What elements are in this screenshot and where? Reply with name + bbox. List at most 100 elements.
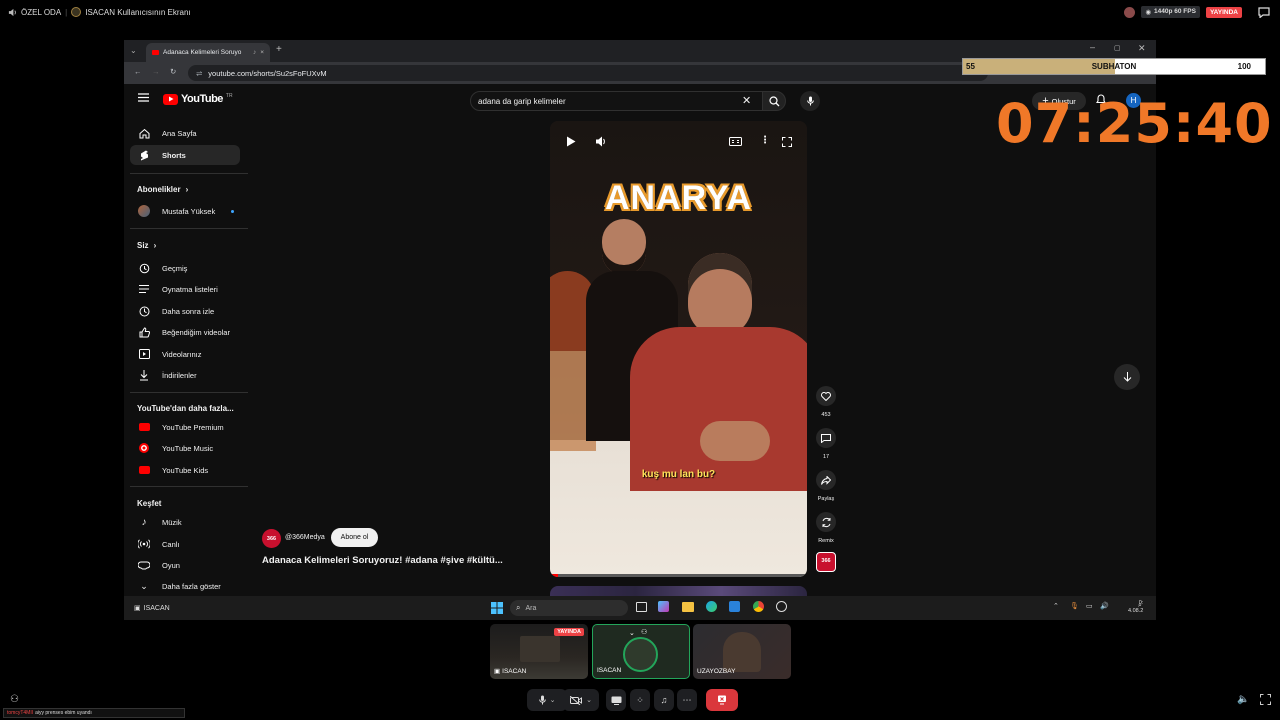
yt-favicon-icon (152, 50, 159, 55)
sidebar-divider (130, 486, 248, 487)
user-settings-icon[interactable]: ⚇ (641, 628, 647, 636)
you-heading[interactable]: Siz › (137, 241, 156, 250)
screen-share-button[interactable] (606, 689, 626, 711)
search-input[interactable]: adana da garip kelimeler (478, 97, 566, 106)
settings-app-icon[interactable] (776, 601, 787, 612)
chevron-down-icon[interactable]: ⌄ (629, 629, 635, 637)
reload-icon[interactable]: ↻ (170, 67, 176, 76)
participant-tile-stream[interactable]: YAYINDA ▣ ISACAN (490, 624, 588, 679)
like-button[interactable] (816, 386, 836, 406)
soundboard-button[interactable]: ♫ (654, 689, 674, 711)
sidebar-item-your-videos[interactable]: Videolarınız (130, 344, 240, 364)
windows-start-icon[interactable] (491, 602, 503, 614)
share-button[interactable] (816, 470, 836, 490)
sidebar-item-playlists[interactable]: Oynatma listeleri (130, 279, 240, 299)
edge-icon[interactable] (706, 601, 717, 612)
activities-button[interactable]: ⁘ (630, 689, 650, 711)
file-explorer-icon[interactable] (682, 602, 694, 612)
search-button[interactable] (762, 91, 786, 111)
participant-name-text: UZAYOZBAY (697, 668, 736, 675)
more-options-icon[interactable]: ⋮ (760, 135, 770, 146)
people-icon[interactable]: ⚇ (10, 694, 19, 705)
tray-mic-icon[interactable]: 🎙 (1070, 602, 1079, 610)
sidebar-item-liked[interactable]: Beğendiğim videolar (130, 322, 240, 342)
chat-icon[interactable] (1258, 6, 1270, 18)
chrome-icon[interactable] (753, 601, 764, 612)
room-name[interactable]: ÖZEL ODA (21, 8, 61, 17)
short-video-player[interactable]: ANARYA kuş mu lan bu? ⋮ (550, 121, 807, 577)
chevron-down-icon: ⌄ (140, 580, 148, 591)
new-tab-icon[interactable]: + (276, 44, 282, 55)
maximize-icon[interactable]: ▢ (1114, 44, 1121, 52)
short-title[interactable]: Adanaca Kelimeleri Soruyoruz! #adana #şi… (262, 555, 503, 566)
channel-avatar-366[interactable]: 366 (262, 529, 281, 548)
youtube-logo[interactable]: YouTube TR (163, 93, 233, 105)
voice-search-button[interactable] (800, 91, 820, 111)
tab-active[interactable]: Adanaca Kelimeleri Soruyo ♪ × (146, 43, 270, 62)
taskbar-search[interactable]: ⌕ Ara (510, 600, 628, 616)
volume-control-icon[interactable]: 🔈 (1237, 694, 1249, 705)
store-icon[interactable] (729, 601, 740, 612)
chevron-down-icon[interactable]: ⌄ (586, 696, 592, 704)
sound-channel-badge[interactable]: 366 (816, 552, 836, 572)
forward-icon[interactable]: → (152, 67, 160, 76)
participant-tile-uzayozbay[interactable]: UZAYOZBAY (693, 624, 791, 679)
viewer-avatar[interactable] (1124, 6, 1136, 18)
tray-volume-icon[interactable]: 🔊 (1100, 602, 1109, 610)
camera-button[interactable]: ⌄ (563, 689, 599, 711)
gamepad-icon (138, 559, 150, 571)
participant-tile-isacan[interactable]: ⌄ ⚇ ISACAN (592, 624, 690, 679)
tab-audio-icon: ♪ (252, 49, 257, 56)
tray-chevron-icon[interactable]: ⌃ (1053, 602, 1059, 610)
sidebar-show-more[interactable]: ⌄ Daha fazla göster (130, 576, 240, 596)
sidebar-item-gaming[interactable]: Oyun (130, 555, 240, 575)
comment-button[interactable] (816, 428, 836, 448)
sidebar-item-music[interactable]: YouTube Music (130, 438, 240, 458)
search-icon: ⌕ (516, 603, 521, 612)
play-icon[interactable] (566, 136, 576, 147)
subathon-bar: 55 SUBHATON 100 (962, 58, 1266, 75)
sidebar-item-home[interactable]: Ana Sayfa (130, 123, 240, 143)
subscription-item[interactable]: Mustafa Yüksek (130, 201, 240, 221)
disconnect-button[interactable] (706, 689, 738, 711)
fullscreen-toggle-icon[interactable] (1260, 694, 1271, 705)
tray-network-icon[interactable]: ▭ (1086, 602, 1093, 610)
captions-icon[interactable] (729, 137, 742, 146)
remix-button[interactable] (816, 512, 836, 532)
sidebar-item-downloads[interactable]: İndirilenler (130, 365, 240, 385)
channel-handle[interactable]: @366Medya (285, 534, 325, 541)
volume-icon[interactable] (595, 136, 607, 147)
sidebar-item-shorts[interactable]: Shorts (130, 145, 240, 165)
tab-close-icon[interactable]: × (260, 49, 264, 56)
chevron-down-icon[interactable]: ⌄ (550, 696, 556, 704)
youtube-logo-icon (163, 93, 178, 105)
sidebar-item-watch-later[interactable]: Daha sonra izle (130, 301, 240, 321)
next-short-button[interactable] (1114, 364, 1140, 390)
sidebar-item-kids[interactable]: YouTube Kids (130, 460, 240, 480)
subscriptions-heading[interactable]: Abonelikler › (137, 185, 188, 194)
comment-count: 17 (822, 454, 830, 460)
close-window-icon[interactable]: ✕ (1138, 43, 1146, 54)
widgets-icon[interactable] (658, 601, 669, 612)
site-info-icon[interactable]: ⇌ (196, 69, 202, 78)
sidebar-item-premium[interactable]: YouTube Premium (130, 417, 240, 437)
subscribe-button[interactable]: Abone ol (331, 528, 378, 547)
minimize-icon[interactable]: – (1090, 42, 1095, 52)
sidebar-item-history[interactable]: Geçmiş (130, 258, 240, 278)
fullscreen-icon[interactable] (782, 137, 792, 147)
mute-button[interactable]: ⌄ (527, 689, 567, 711)
windows-taskbar: ▣ ISACAN ⌕ Ara ⌃ 🎙 ▭ 🔊 0: 4.08.2 ⌕ (124, 596, 1156, 620)
clear-search-icon[interactable]: ✕ (742, 94, 751, 107)
address-bar[interactable]: ⇌ youtube.com/shorts/Su2sFoFUXvM (188, 65, 988, 81)
back-icon[interactable]: ← (134, 67, 142, 76)
tab-list-button[interactable]: ⌄ (130, 46, 137, 55)
share-label: Paylaş (817, 496, 835, 502)
sidebar-label: YouTube Premium (162, 422, 224, 432)
sidebar-item-music-explore[interactable]: ♪ Müzik (130, 512, 240, 532)
task-view-icon[interactable] (636, 602, 647, 612)
video-progress-bar[interactable] (550, 574, 807, 577)
sidebar-item-live[interactable]: Canlı (130, 534, 240, 554)
menu-icon[interactable] (138, 93, 149, 102)
more-options-button[interactable]: ⋯ (677, 689, 697, 711)
magnifier-icon[interactable]: ⌕ (1138, 602, 1142, 610)
